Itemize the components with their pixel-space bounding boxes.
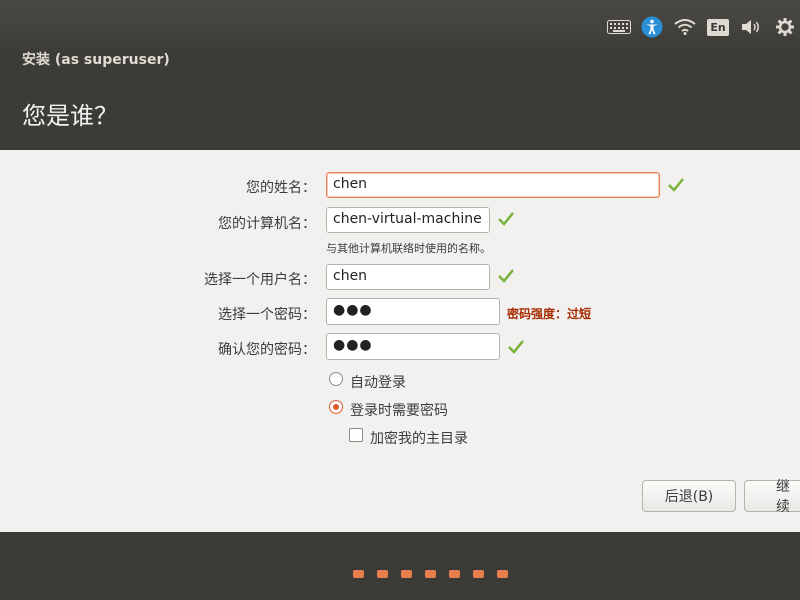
progress-step-dot (497, 570, 508, 578)
progress-step-dot (473, 570, 484, 578)
name-label: 您的姓名： (246, 180, 316, 196)
name-valid-check-icon (668, 178, 684, 192)
encrypt-home-label: 加密我的主目录 (370, 431, 468, 447)
password-field[interactable]: ●●● (326, 298, 500, 325)
progress-step-dot (401, 570, 412, 578)
progress-step-dot (449, 570, 460, 578)
back-button[interactable]: 后退(B) (642, 480, 736, 512)
progress-step-dot (377, 570, 388, 578)
confirm-password-label: 确认您的密码： (218, 342, 316, 358)
progress-step-dot (353, 570, 364, 578)
auto-login-label: 自动登录 (350, 375, 406, 391)
system-tray: En (600, 14, 800, 40)
computer-name-field[interactable]: chen-virtual-machine (326, 207, 490, 233)
progress-area (0, 532, 800, 600)
auto-login-radio[interactable] (329, 372, 343, 386)
require-password-label: 登录时需要密码 (350, 403, 448, 419)
computer-name-hint: 与其他计算机联络时使用的名称。 (326, 242, 491, 255)
require-password-radio[interactable] (329, 400, 343, 414)
form-panel: 您的姓名： chen 您的计算机名： chen-virtual-machine … (0, 150, 800, 532)
top-panel: En (0, 0, 800, 54)
username-label: 选择一个用户名： (204, 272, 316, 288)
confirm-password-field[interactable]: ●●● (326, 333, 500, 360)
encrypt-home-checkbox[interactable] (349, 428, 363, 442)
username-field[interactable]: chen (326, 264, 490, 290)
password-strength: 密码强度：过短 (507, 307, 592, 321)
wifi-icon[interactable] (673, 14, 697, 40)
computer-name-valid-check-icon (498, 212, 514, 226)
name-field[interactable]: chen (326, 172, 660, 198)
volume-icon[interactable] (740, 14, 762, 40)
page-title: 您是谁？ (22, 102, 118, 130)
username-valid-check-icon (498, 269, 514, 283)
progress-step-dot (425, 570, 436, 578)
keyboard-icon[interactable] (606, 14, 632, 40)
password-label: 选择一个密码： (218, 307, 316, 323)
window-title: 安装 (as superuser) (22, 52, 170, 68)
accessibility-icon[interactable] (640, 14, 664, 40)
power-gear-icon[interactable] (774, 14, 796, 40)
computer-name-label: 您的计算机名： (218, 216, 316, 232)
continue-button[interactable]: 继续 (744, 479, 800, 515)
confirm-password-valid-check-icon (508, 340, 524, 354)
language-indicator[interactable]: En (707, 14, 729, 40)
